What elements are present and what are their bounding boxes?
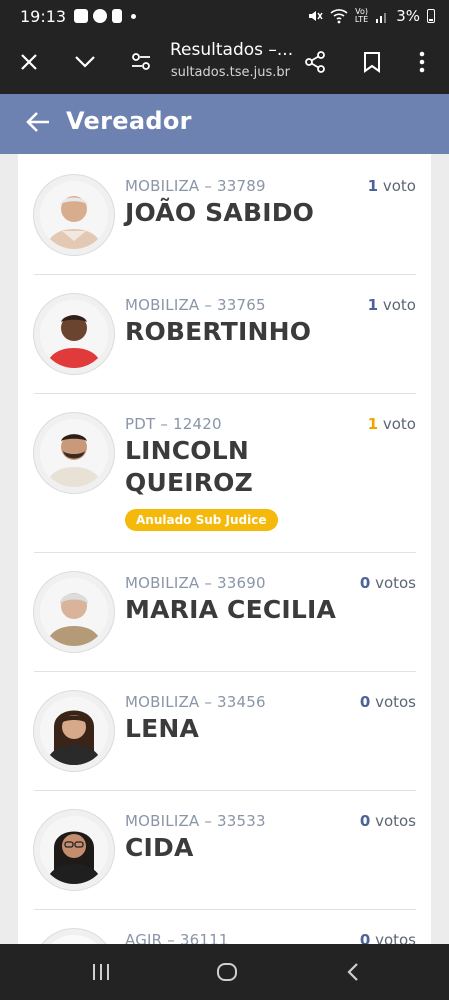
candidate-row[interactable]: MOBILIZA – 33690 0 votos MARIA CECILIA — [34, 553, 416, 672]
candidate-photo — [34, 294, 114, 374]
candidate-photo — [34, 691, 114, 771]
notification-icon — [112, 9, 123, 23]
more-options-icon[interactable] — [407, 47, 437, 77]
signal-icon — [376, 13, 387, 23]
home-icon[interactable] — [212, 957, 242, 987]
volte-icon: Vo) LTE — [354, 7, 369, 24]
more-notifications-icon — [131, 13, 137, 19]
candidate-votes: 1 voto — [367, 296, 416, 314]
candidate-row[interactable]: PDT – 12420 1 voto LINCOLN QUEIROZ Anula… — [34, 394, 416, 553]
candidate-name: LINCOLN QUEIROZ — [125, 436, 253, 497]
status-time: 19:13 — [20, 6, 67, 26]
candidate-list: MOBILIZA – 33789 1 voto JOÃO SABIDO MOBI… — [18, 154, 431, 944]
candidate-party-number: MOBILIZA – 33533 — [125, 812, 266, 830]
candidate-party-number: MOBILIZA – 33765 — [125, 296, 266, 314]
candidate-votes: 1 voto — [367, 415, 416, 433]
candidate-votes: 0 votos — [359, 812, 416, 830]
status-bar: 19:13 Vo) LTE 3% — [0, 0, 449, 32]
candidate-photo — [34, 810, 114, 890]
candidate-photo — [34, 572, 114, 652]
page-url[interactable]: resultados.tse.jus.br — [170, 65, 290, 80]
mute-icon — [308, 11, 323, 21]
system-nav-bar — [0, 944, 449, 1000]
candidate-party-number: MOBILIZA – 33690 — [125, 574, 266, 592]
back-arrow-icon[interactable] — [24, 108, 54, 138]
chevron-down-icon[interactable] — [70, 47, 100, 77]
candidate-photo — [34, 929, 114, 944]
wifi-icon — [330, 9, 348, 24]
gallery-icon — [74, 9, 89, 23]
candidate-name: JOÃO SABIDO — [125, 198, 315, 227]
candidate-votes: 1 voto — [367, 177, 416, 195]
candidate-list-container: MOBILIZA – 33789 1 voto JOÃO SABIDO MOBI… — [0, 154, 449, 944]
close-icon[interactable] — [14, 47, 44, 77]
candidate-party-number: AGIR – 36111 — [125, 931, 229, 944]
candidate-votes: 0 votos — [359, 931, 416, 944]
back-nav-icon[interactable] — [338, 957, 368, 987]
candidate-votes: 0 votos — [359, 693, 416, 711]
site-settings-icon[interactable] — [126, 47, 156, 77]
battery-percent: 3% — [396, 7, 420, 25]
header-title: Vereador — [66, 107, 192, 135]
candidate-row[interactable]: AGIR – 36111 0 votos — [34, 910, 416, 944]
candidate-photo — [34, 413, 114, 493]
candidate-party-number: PDT – 12420 — [125, 415, 222, 433]
whatsapp-icon — [93, 9, 108, 23]
recent-apps-icon[interactable] — [86, 957, 116, 987]
page-title: Resultados –... — [170, 40, 294, 60]
candidate-row[interactable]: MOBILIZA – 33765 1 voto ROBERTINHO — [34, 275, 416, 394]
candidate-name: CIDA — [125, 833, 194, 862]
candidate-row[interactable]: MOBILIZA – 33456 0 votos LENA — [34, 672, 416, 791]
bookmark-icon[interactable] — [357, 47, 387, 77]
candidate-party-number: MOBILIZA – 33789 — [125, 177, 266, 195]
battery-icon — [427, 9, 435, 23]
candidate-row[interactable]: MOBILIZA – 33789 1 voto JOÃO SABIDO — [34, 154, 416, 275]
app-header: Vereador — [0, 94, 449, 154]
browser-toolbar: Resultados –... resultados.tse.jus.br — [0, 32, 449, 94]
candidate-name: MARIA CECILIA — [125, 595, 337, 624]
candidate-photo — [34, 175, 114, 255]
share-icon[interactable] — [300, 47, 330, 77]
candidate-name: LENA — [125, 714, 200, 743]
status-badge: Anulado Sub Judice — [125, 509, 278, 531]
candidate-party-number: MOBILIZA – 33456 — [125, 693, 266, 711]
candidate-row[interactable]: MOBILIZA – 33533 0 votos CIDA — [34, 791, 416, 910]
candidate-name: ROBERTINHO — [125, 317, 312, 346]
candidate-votes: 0 votos — [359, 574, 416, 592]
